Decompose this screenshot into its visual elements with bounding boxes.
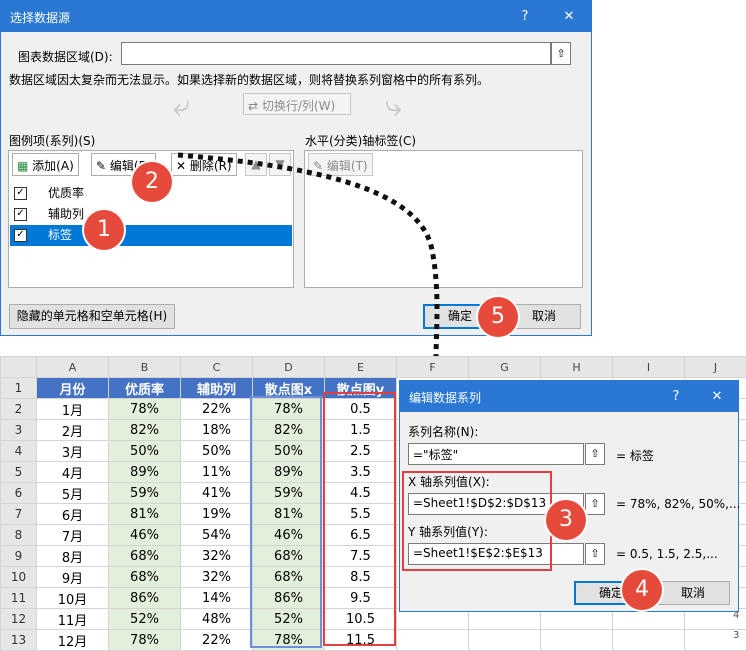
cell[interactable]: 86%: [109, 588, 181, 609]
cell[interactable]: 5月: [37, 483, 109, 504]
cell[interactable]: 2月: [37, 420, 109, 441]
step-badge-4: 4: [622, 570, 662, 610]
cell[interactable]: 11%: [181, 462, 253, 483]
cell[interactable]: 22%: [181, 399, 253, 420]
row-number[interactable]: 3: [1, 420, 37, 441]
cancel-button[interactable]: 取消: [656, 581, 730, 605]
cell[interactable]: [613, 630, 685, 651]
cell[interactable]: 9月: [37, 567, 109, 588]
header-cell[interactable]: 月份: [37, 378, 109, 399]
column-letter[interactable]: H: [541, 357, 613, 378]
edit-data-series-dialog: 编辑数据系列 ? ✕ 系列名称(N): ="标签" ⇧ = 标签 X 轴系列值(…: [399, 380, 739, 612]
row-number[interactable]: 11: [1, 588, 37, 609]
row-number[interactable]: 5: [1, 462, 37, 483]
step-badge-1: 1: [84, 210, 124, 250]
row-number[interactable]: 2: [1, 399, 37, 420]
row-number[interactable]: 10: [1, 567, 37, 588]
column-letter[interactable]: A: [37, 357, 109, 378]
row-number[interactable]: 9: [1, 546, 37, 567]
column-letter[interactable]: G: [469, 357, 541, 378]
cell[interactable]: 48%: [181, 609, 253, 630]
cell[interactable]: 54%: [181, 525, 253, 546]
cell[interactable]: 59%: [109, 483, 181, 504]
row-number[interactable]: 12: [1, 609, 37, 630]
cell[interactable]: 10月: [37, 588, 109, 609]
column-letter[interactable]: E: [325, 357, 397, 378]
cell[interactable]: 6月: [37, 504, 109, 525]
help-button[interactable]: ?: [658, 381, 694, 412]
range-picker-icon[interactable]: ⇧: [585, 543, 605, 565]
cell[interactable]: 78%: [109, 399, 181, 420]
cell[interactable]: 32%: [181, 546, 253, 567]
dialog-title: 编辑数据系列: [409, 389, 481, 406]
cell[interactable]: 11月: [37, 609, 109, 630]
column-letter[interactable]: B: [109, 357, 181, 378]
cell[interactable]: 18%: [181, 420, 253, 441]
y-range-highlight: [323, 392, 396, 646]
cell[interactable]: 50%: [109, 441, 181, 462]
cell[interactable]: 52%: [109, 609, 181, 630]
cell[interactable]: 41%: [181, 483, 253, 504]
cell[interactable]: 68%: [109, 567, 181, 588]
y-values-preview: = 0.5, 1.5, 2.5,...: [616, 547, 718, 561]
row-number[interactable]: 4: [1, 441, 37, 462]
row-number[interactable]: 13: [1, 630, 37, 651]
cell[interactable]: 12月: [37, 630, 109, 651]
cell[interactable]: 82%: [109, 420, 181, 441]
edge-number: 3: [733, 630, 739, 641]
cell[interactable]: [541, 630, 613, 651]
x-values-preview: = 78%, 82%, 50%,...: [616, 497, 740, 511]
cell[interactable]: 7月: [37, 525, 109, 546]
range-picker-icon[interactable]: ⇧: [585, 443, 605, 465]
cell[interactable]: 4月: [37, 462, 109, 483]
cell[interactable]: 8月: [37, 546, 109, 567]
header-cell[interactable]: 优质率: [109, 378, 181, 399]
cell[interactable]: 32%: [181, 567, 253, 588]
cell[interactable]: 50%: [181, 441, 253, 462]
xy-fields-highlight: [402, 471, 552, 571]
range-picker-icon[interactable]: ⇧: [585, 493, 605, 515]
header-cell[interactable]: 辅助列: [181, 378, 253, 399]
column-letter[interactable]: F: [397, 357, 469, 378]
cell[interactable]: 46%: [109, 525, 181, 546]
step-badge-5: 5: [478, 297, 518, 337]
cell[interactable]: 81%: [109, 504, 181, 525]
step-badge-2: 2: [132, 162, 172, 202]
cell[interactable]: 19%: [181, 504, 253, 525]
row-number[interactable]: 6: [1, 483, 37, 504]
cell[interactable]: 89%: [109, 462, 181, 483]
row-number[interactable]: 7: [1, 504, 37, 525]
edge-number: 4: [733, 610, 739, 621]
cell[interactable]: 68%: [109, 546, 181, 567]
cell[interactable]: 14%: [181, 588, 253, 609]
column-letter[interactable]: I: [613, 357, 685, 378]
cell[interactable]: [469, 630, 541, 651]
x-range-highlight: [250, 396, 322, 648]
column-letter[interactable]: J: [685, 357, 746, 378]
column-header-row: ABCDEFGHIJ: [1, 357, 746, 378]
close-button[interactable]: ✕: [699, 381, 735, 412]
column-letter[interactable]: C: [181, 357, 253, 378]
cell[interactable]: 78%: [109, 630, 181, 651]
cell[interactable]: 3月: [37, 441, 109, 462]
cell[interactable]: 22%: [181, 630, 253, 651]
series-name-label: 系列名称(N):: [408, 423, 478, 440]
row-number[interactable]: 8: [1, 525, 37, 546]
select-all-corner[interactable]: [1, 357, 37, 378]
cell[interactable]: [397, 630, 469, 651]
step-badge-3: 3: [546, 500, 586, 540]
dialog-titlebar: 编辑数据系列 ? ✕: [400, 381, 738, 412]
series-name-preview: = 标签: [616, 447, 654, 464]
column-letter[interactable]: D: [253, 357, 325, 378]
cell[interactable]: 1月: [37, 399, 109, 420]
row-number[interactable]: 1: [1, 378, 37, 399]
series-name-input[interactable]: ="标签": [408, 443, 584, 465]
